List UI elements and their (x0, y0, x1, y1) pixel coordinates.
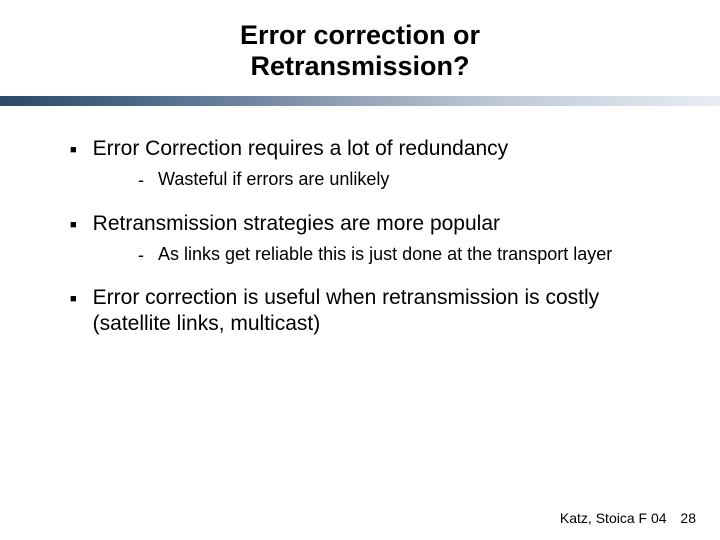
page-number: 28 (680, 510, 696, 526)
bullet-text: Error Correction requires a lot of redun… (93, 136, 670, 162)
footer-author: Katz, Stoica F 04 (560, 510, 667, 526)
square-bullet-icon: ■ (70, 144, 77, 156)
sub-item: - As links get reliable this is just don… (138, 243, 670, 267)
sub-text: Wasteful if errors are unlikely (158, 168, 670, 191)
sub-list: - As links get reliable this is just don… (138, 243, 670, 267)
footer: Katz, Stoica F 04 28 (560, 510, 696, 526)
sub-list: - Wasteful if errors are unlikely (138, 168, 670, 192)
dash-bullet-icon: - (138, 168, 144, 192)
sub-text: As links get reliable this is just done … (158, 243, 670, 266)
bullet-text: Retransmission strategies are more popul… (93, 211, 670, 237)
content-area: ■ Error Correction requires a lot of red… (0, 106, 720, 338)
square-bullet-icon: ■ (70, 293, 77, 305)
sub-item: - Wasteful if errors are unlikely (138, 168, 670, 192)
divider-bar (0, 96, 720, 106)
title-line-1: Error correction or (240, 20, 480, 50)
bullet-item: ■ Error correction is useful when retran… (70, 285, 670, 338)
dash-bullet-icon: - (138, 243, 144, 267)
bullet-text: Error correction is useful when retransm… (93, 285, 670, 338)
title-line-2: Retransmission? (250, 51, 469, 81)
bullet-item: ■ Retransmission strategies are more pop… (70, 211, 670, 237)
bullet-item: ■ Error Correction requires a lot of red… (70, 136, 670, 162)
square-bullet-icon: ■ (70, 219, 77, 231)
slide: Error correction or Retransmission? ■ Er… (0, 0, 720, 540)
slide-title: Error correction or Retransmission? (0, 20, 720, 82)
